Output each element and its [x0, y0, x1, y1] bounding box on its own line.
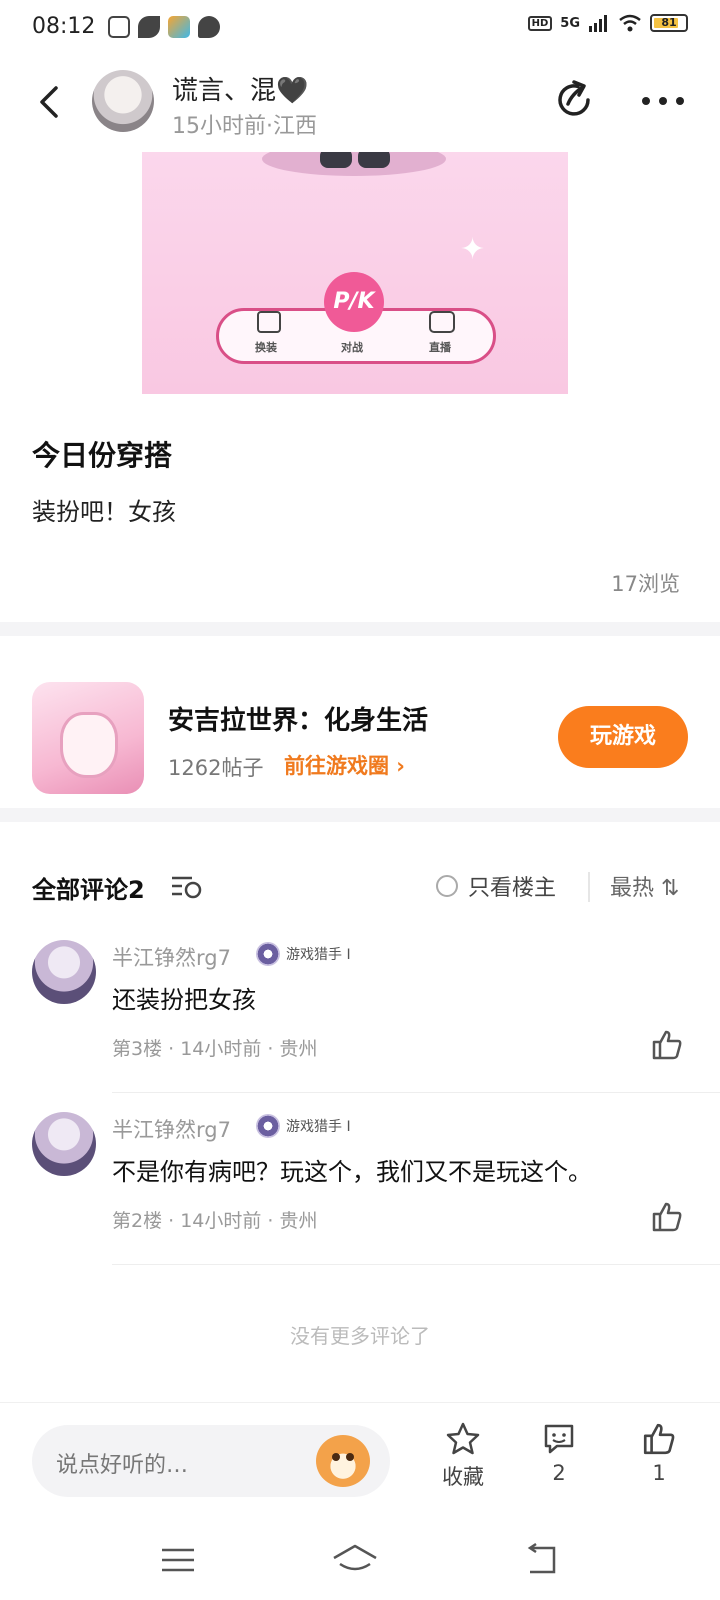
back-nav-icon[interactable] [520, 1540, 560, 1580]
hd-indicator: HD [527, 15, 553, 31]
image-label-dressup: 换装 [255, 341, 277, 354]
network-type: 5G [560, 15, 580, 31]
like-icon[interactable] [650, 1028, 684, 1062]
filter-icon[interactable] [170, 872, 204, 900]
sparkle-icon: ✦ [460, 232, 486, 267]
post-image[interactable]: ✦ 换装 对战 直播 P/K [142, 152, 568, 394]
view-count: 17浏览 [611, 572, 680, 596]
home-icon[interactable] [330, 1540, 380, 1580]
image-label-live: 直播 [429, 341, 451, 354]
badge-label: 游戏猎手 I [286, 1119, 351, 1135]
commenter-name[interactable]: 半江铮然rg7 [112, 1114, 231, 1144]
comment-text: 不是你有病吧？玩这个，我们又不是玩这个。 [112, 1158, 592, 1186]
sort-divider [588, 872, 590, 902]
image-boot-right [358, 152, 390, 168]
game-icon-character [60, 712, 118, 778]
image-label-battle: 对战 [341, 341, 363, 354]
favorite-label: 收藏 [442, 1465, 484, 1489]
more-icon[interactable] [638, 86, 688, 116]
comment-input[interactable]: 说点好听的… [32, 1425, 390, 1497]
mascot-eye [346, 1453, 354, 1461]
post-meta: 15小时前·江西 [172, 114, 317, 139]
post-title: 今日份穿搭 [32, 439, 173, 472]
comment-item: 半江铮然rg7 游戏猎手 I 还装扮把女孩 第3楼 · 14小时前 · 贵州 [0, 940, 720, 1062]
comment-meta: 第3楼 · 14小时前 · 贵州 [112, 1038, 318, 1060]
star-icon [446, 1422, 480, 1455]
thumbs-up-icon [643, 1423, 675, 1455]
share-icon[interactable] [552, 78, 596, 122]
badge-icon [256, 942, 280, 966]
game-circle-link[interactable]: 前往游戏圈 › [284, 750, 405, 780]
status-bar: 08:12 HD 5G 81 [0, 0, 720, 58]
image-boot-left [320, 152, 352, 168]
menu-icon[interactable] [158, 1540, 198, 1580]
tshirt-icon [257, 311, 281, 333]
status-notification-icons [108, 16, 220, 38]
author-name[interactable]: 谎言、混🖤 [172, 70, 308, 107]
comment-separator [112, 1264, 720, 1265]
notification-app-icon [108, 16, 130, 38]
status-time: 08:12 [32, 14, 96, 39]
game-icon[interactable] [32, 682, 144, 794]
game-name[interactable]: 安吉拉世界：化身生活 [168, 700, 428, 737]
user-badge: 游戏猎手 I [256, 942, 351, 966]
system-nav-bar [0, 1522, 720, 1600]
no-more-comments: 没有更多评论了 [290, 1324, 430, 1348]
comment-item: 半江铮然rg7 游戏猎手 I 不是你有病吧？玩这个，我们又不是玩这个。 第2楼 … [0, 1112, 720, 1234]
commenter-avatar[interactable] [32, 1112, 96, 1176]
battery-icon: 81 [650, 14, 688, 32]
signal-icon [589, 15, 607, 32]
owner-only-radio[interactable] [436, 875, 458, 897]
sort-dropdown[interactable]: 最热 ⇅ [610, 870, 690, 902]
comment-input-placeholder: 说点好听的… [56, 1453, 189, 1478]
commenter-name[interactable]: 半江铮然rg7 [112, 942, 231, 972]
comment-separator [112, 1092, 720, 1093]
author-avatar[interactable] [92, 70, 154, 132]
comment-meta: 第2楼 · 14小时前 · 贵州 [112, 1210, 318, 1232]
bottom-action-bar: 说点好听的… 收藏 2 1 [0, 1402, 720, 1522]
user-badge: 游戏猎手 I [256, 1114, 351, 1138]
badge-icon [256, 1114, 280, 1138]
section-divider [0, 808, 720, 822]
section-divider [0, 622, 720, 636]
post-body: 装扮吧！女孩 [32, 498, 176, 526]
game-post-count: 1262帖子 [168, 756, 264, 780]
chat-bubble-icon [198, 16, 220, 38]
leaf-icon [138, 16, 160, 38]
comment-count: 2 [552, 1461, 566, 1485]
badge-label: 游戏猎手 I [286, 947, 351, 963]
post-header: 谎言、混🖤 15小时前·江西 [0, 58, 720, 148]
comment-text: 还装扮把女孩 [112, 986, 256, 1014]
mascot-emoji-icon[interactable] [316, 1435, 370, 1487]
commenter-avatar[interactable] [32, 940, 96, 1004]
like-button[interactable]: 1 [624, 1421, 694, 1485]
image-platform-shadow [262, 152, 446, 176]
pk-badge: P/K [324, 272, 384, 332]
mascot-eye [332, 1453, 340, 1461]
back-arrow-icon[interactable] [28, 80, 72, 124]
battery-level: 81 [661, 16, 677, 29]
comments-title: 全部评论2 [32, 876, 145, 904]
play-game-button[interactable]: 玩游戏 [558, 706, 688, 768]
like-icon[interactable] [650, 1200, 684, 1234]
comment-button[interactable]: 2 [524, 1421, 594, 1485]
owner-only-label: 只看楼主 [468, 876, 557, 901]
comment-icon [544, 1424, 574, 1454]
owner-only-toggle[interactable]: 只看楼主 [436, 870, 556, 902]
favorite-button[interactable]: 收藏 [428, 1421, 498, 1491]
wifi-icon [619, 14, 641, 32]
like-count: 1 [652, 1461, 666, 1485]
tv-icon [429, 311, 455, 333]
video-app-icon [168, 16, 190, 38]
status-right: HD 5G 81 [527, 14, 688, 32]
